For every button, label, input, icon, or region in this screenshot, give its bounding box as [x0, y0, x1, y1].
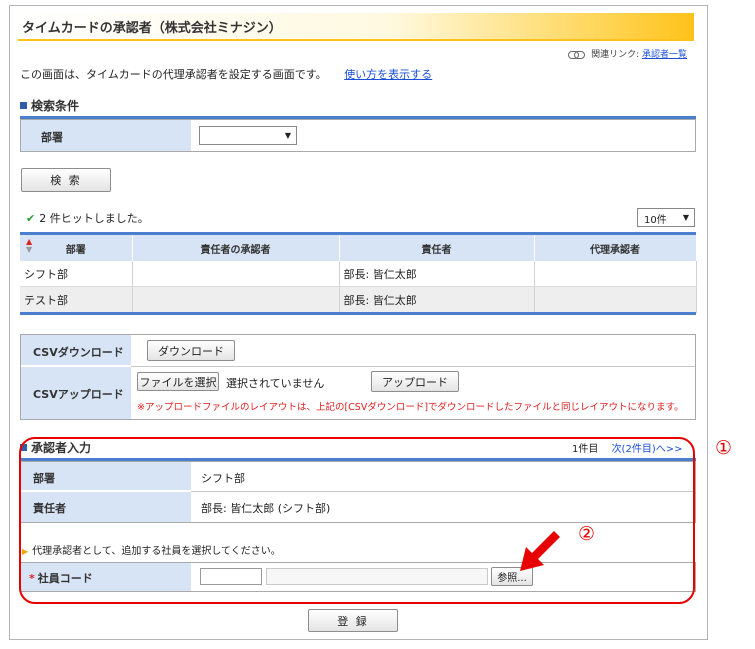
approver-instruction-text: 代理承認者として、追加する社員を選択してください。 — [32, 546, 281, 557]
description-text: この画面は、タイムカードの代理承認者を設定する画面です。 — [20, 68, 327, 81]
col-header-manager-approver: 責任者の承認者 — [132, 235, 340, 261]
approver-section-label: 承認者入力 — [31, 441, 92, 455]
search-section-label: 検索条件 — [31, 99, 80, 113]
page-title: タイムカードの承認者（株式会社ミナジン） — [22, 21, 282, 36]
chevron-down-icon: ▼ — [284, 131, 291, 140]
table-row[interactable]: シフト部 部長: 皆仁太郎 — [20, 261, 697, 287]
approver-manager-value: 部長: 皆仁太郎 (シフト部) — [201, 502, 331, 515]
employee-code-label: * 社員コード — [21, 563, 191, 591]
dept-select[interactable]: ▼ — [199, 126, 297, 145]
employee-code-input[interactable] — [200, 568, 262, 585]
csv-box: CSVダウンロード ダウンロード CSVアップロード ファイルを選択 選択されて… — [20, 334, 696, 420]
approver-divider — [191, 491, 695, 492]
hit-count-text: 2 件ヒットしました。 — [39, 212, 149, 225]
col-header-manager: 責任者 — [339, 235, 535, 261]
dept-label: 部署 — [21, 120, 191, 151]
csv-upload-note: ※アップロードファイルのレイアウトは、上記の[CSVダウンロード]でダウンロード… — [137, 402, 684, 413]
search-condition-box: 部署 ▼ — [20, 119, 696, 152]
file-select-button[interactable]: ファイルを選択 — [137, 372, 219, 391]
record-count: 1件目 — [572, 444, 599, 455]
help-link[interactable]: 使い方を表示する — [344, 68, 432, 81]
upload-button[interactable]: アップロード — [371, 371, 459, 392]
per-page-select[interactable]: 10件 ▼ — [637, 208, 695, 227]
per-page-value: 10件 — [644, 215, 667, 226]
search-button[interactable]: 検 索 — [21, 168, 111, 192]
page-description: この画面は、タイムカードの代理承認者を設定する画面です。 使い方を表示する — [20, 66, 432, 82]
section-square-icon — [20, 444, 27, 451]
cell-manager: 部長: 皆仁太郎 — [339, 286, 535, 313]
title-underline — [18, 39, 694, 41]
employee-code-box: * 社員コード 参照... — [20, 562, 696, 592]
approver-list-link[interactable]: 承認者一覧 — [642, 50, 687, 60]
approver-section-title: 承認者入力 — [20, 439, 91, 456]
col-header-dept[interactable]: ▲ ▼ 部署 — [20, 235, 133, 261]
file-status-text: 選択されていません — [226, 377, 325, 390]
csv-download-label: CSVダウンロード — [21, 335, 131, 366]
link-icon — [568, 50, 586, 59]
cell-manager-approver — [132, 286, 340, 313]
approver-manager-label: 責任者 — [21, 492, 191, 522]
arrow-pointer-icon — [520, 531, 560, 571]
register-button[interactable]: 登 録 — [308, 609, 398, 632]
cell-proxy-approver — [534, 286, 697, 313]
record-nav: 1件目 次(2件目)へ>> — [572, 440, 683, 455]
hit-count: ✔ 2 件ヒットしました。 — [26, 210, 149, 226]
approver-info-box: 部署 シフト部 責任者 部長: 皆仁太郎 (シフト部) — [20, 461, 696, 523]
annotation-two: ② — [578, 523, 596, 545]
triangle-right-icon: ▶ — [22, 547, 29, 556]
required-mark: * — [29, 572, 35, 585]
cell-proxy-approver — [534, 261, 697, 287]
employee-code-label-text: 社員コード — [37, 572, 93, 585]
related-label: 関連リンク: — [591, 50, 640, 60]
cell-manager: 部長: 皆仁太郎 — [339, 261, 535, 287]
approver-dept-value: シフト部 — [201, 472, 245, 485]
csv-upload-label: CSVアップロード — [21, 367, 131, 419]
download-button[interactable]: ダウンロード — [147, 340, 235, 361]
section-square-icon — [20, 102, 27, 109]
cell-dept: テスト部 — [20, 286, 133, 313]
next-record-link[interactable]: 次(2件目)へ>> — [612, 444, 683, 455]
employee-name-display — [266, 568, 488, 585]
chevron-down-icon: ▼ — [682, 213, 689, 222]
related-links: 関連リンク: 承認者一覧 — [568, 47, 687, 60]
approver-instruction: ▶ 代理承認者として、追加する社員を選択してください。 — [22, 542, 281, 557]
cell-dept: シフト部 — [20, 261, 133, 287]
csv-divider — [131, 366, 695, 367]
approver-dept-label: 部署 — [21, 462, 191, 491]
results-header-row: ▲ ▼ 部署 責任者の承認者 責任者 代理承認者 — [20, 235, 697, 261]
col-header-dept-label: 部署 — [65, 244, 86, 256]
table-row[interactable]: テスト部 部長: 皆仁太郎 — [20, 286, 697, 313]
main-frame: タイムカードの承認者（株式会社ミナジン） 関連リンク: 承認者一覧 この画面は、… — [9, 5, 708, 640]
col-header-proxy-approver: 代理承認者 — [534, 235, 697, 261]
results-rule-bottom — [20, 312, 696, 315]
sort-icon[interactable]: ▲ ▼ — [26, 238, 32, 254]
title-bar: タイムカードの承認者（株式会社ミナジン） — [18, 13, 694, 39]
cell-manager-approver — [132, 261, 340, 287]
annotation-one: ① — [715, 437, 733, 459]
results-table: ▲ ▼ 部署 責任者の承認者 責任者 代理承認者 シフト部 部長: 皆仁太郎 テス… — [20, 235, 697, 313]
search-section-title: 検索条件 — [20, 97, 79, 114]
check-icon: ✔ — [26, 212, 36, 225]
